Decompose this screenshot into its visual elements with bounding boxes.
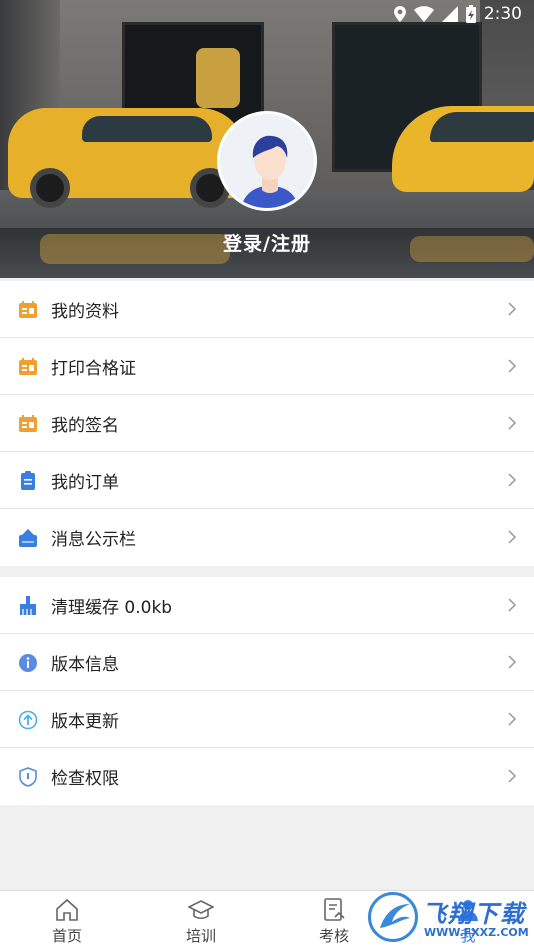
background-taxi-window <box>82 116 212 142</box>
nav-label: 培训 <box>185 927 216 945</box>
order-clipboard-icon <box>21 471 35 490</box>
shield-icon <box>19 767 37 787</box>
chevron-right-icon <box>508 302 517 316</box>
watermark-text: 飞翔下载 <box>422 900 526 928</box>
menu-item-label: 我的订单 <box>51 472 119 493</box>
menu-item-my-profile[interactable]: 我的资料 <box>0 281 534 338</box>
chevron-right-icon <box>508 530 517 544</box>
signal-icon <box>441 6 458 22</box>
certificate-icon <box>19 358 37 375</box>
bird-logo-icon <box>380 904 410 928</box>
avatar[interactable] <box>217 111 317 211</box>
nav-label: 首页 <box>51 927 82 945</box>
broom-icon <box>20 596 36 615</box>
signature-icon <box>19 415 37 432</box>
chevron-right-icon <box>508 416 517 430</box>
menu-item-version-update[interactable]: 版本更新 <box>0 691 534 748</box>
chevron-right-icon <box>508 598 517 612</box>
menu-item-version-info[interactable]: 版本信息 <box>0 634 534 691</box>
menu-item-label: 我的资料 <box>51 301 119 322</box>
menu-item-label: 版本信息 <box>51 654 119 675</box>
menu-item-label: 清理缓存 0.0kb <box>51 597 173 618</box>
home-icon <box>56 898 78 921</box>
nav-training[interactable]: 培训 <box>161 897 241 946</box>
menu-item-my-signature[interactable]: 我的签名 <box>0 395 534 452</box>
background-statue <box>196 48 240 108</box>
battery-charging-icon <box>465 5 476 23</box>
menu-item-clear-cache[interactable]: 清理缓存 0.0kb <box>0 577 534 634</box>
menu-item-print-certificate[interactable]: 打印合格证 <box>0 338 534 395</box>
nav-home[interactable]: 首页 <box>27 897 107 946</box>
upload-arrow-icon <box>18 710 38 730</box>
menu-group-settings: 清理缓存 0.0kb 版本信息 版本更新 检查权限 <box>0 577 534 805</box>
menu-item-label: 消息公示栏 <box>51 530 136 550</box>
menu-item-check-permissions[interactable]: 检查权限 <box>0 748 534 805</box>
exam-icon <box>324 898 345 921</box>
chevron-right-icon <box>508 655 517 669</box>
status-bar: 2:30 <box>0 0 534 28</box>
chevron-right-icon <box>508 712 517 726</box>
bulletin-icon <box>19 529 37 547</box>
background-wheel <box>30 168 70 208</box>
location-icon <box>393 6 406 22</box>
status-time: 2:30 <box>483 4 522 24</box>
wifi-icon <box>413 6 434 22</box>
menu-item-label: 我的签名 <box>51 415 119 436</box>
menu-item-label: 版本更新 <box>51 711 119 732</box>
profile-card-icon <box>19 301 37 318</box>
chevron-right-icon <box>508 769 517 783</box>
chevron-right-icon <box>508 359 517 373</box>
info-icon <box>19 654 37 672</box>
chevron-right-icon <box>508 473 517 487</box>
menu-item-bulletin-board[interactable]: 消息公示栏 <box>0 509 534 566</box>
menu-item-label: 检查权限 <box>51 769 119 789</box>
menu-item-label: 打印合格证 <box>51 358 136 379</box>
watermark-logo: 飞翔下载 WWW.FXXZ.COM <box>362 888 534 950</box>
watermark-url: WWW.FXXZ.COM <box>424 926 529 939</box>
graduation-cap-icon <box>188 900 214 920</box>
menu-group-account: 我的资料 打印合格证 我的签名 我的订单 消息公示栏 <box>0 281 534 566</box>
login-register-link[interactable]: 登录/注册 <box>0 229 534 256</box>
background-taxi-window <box>430 112 534 142</box>
menu-item-my-orders[interactable]: 我的订单 <box>0 452 534 509</box>
